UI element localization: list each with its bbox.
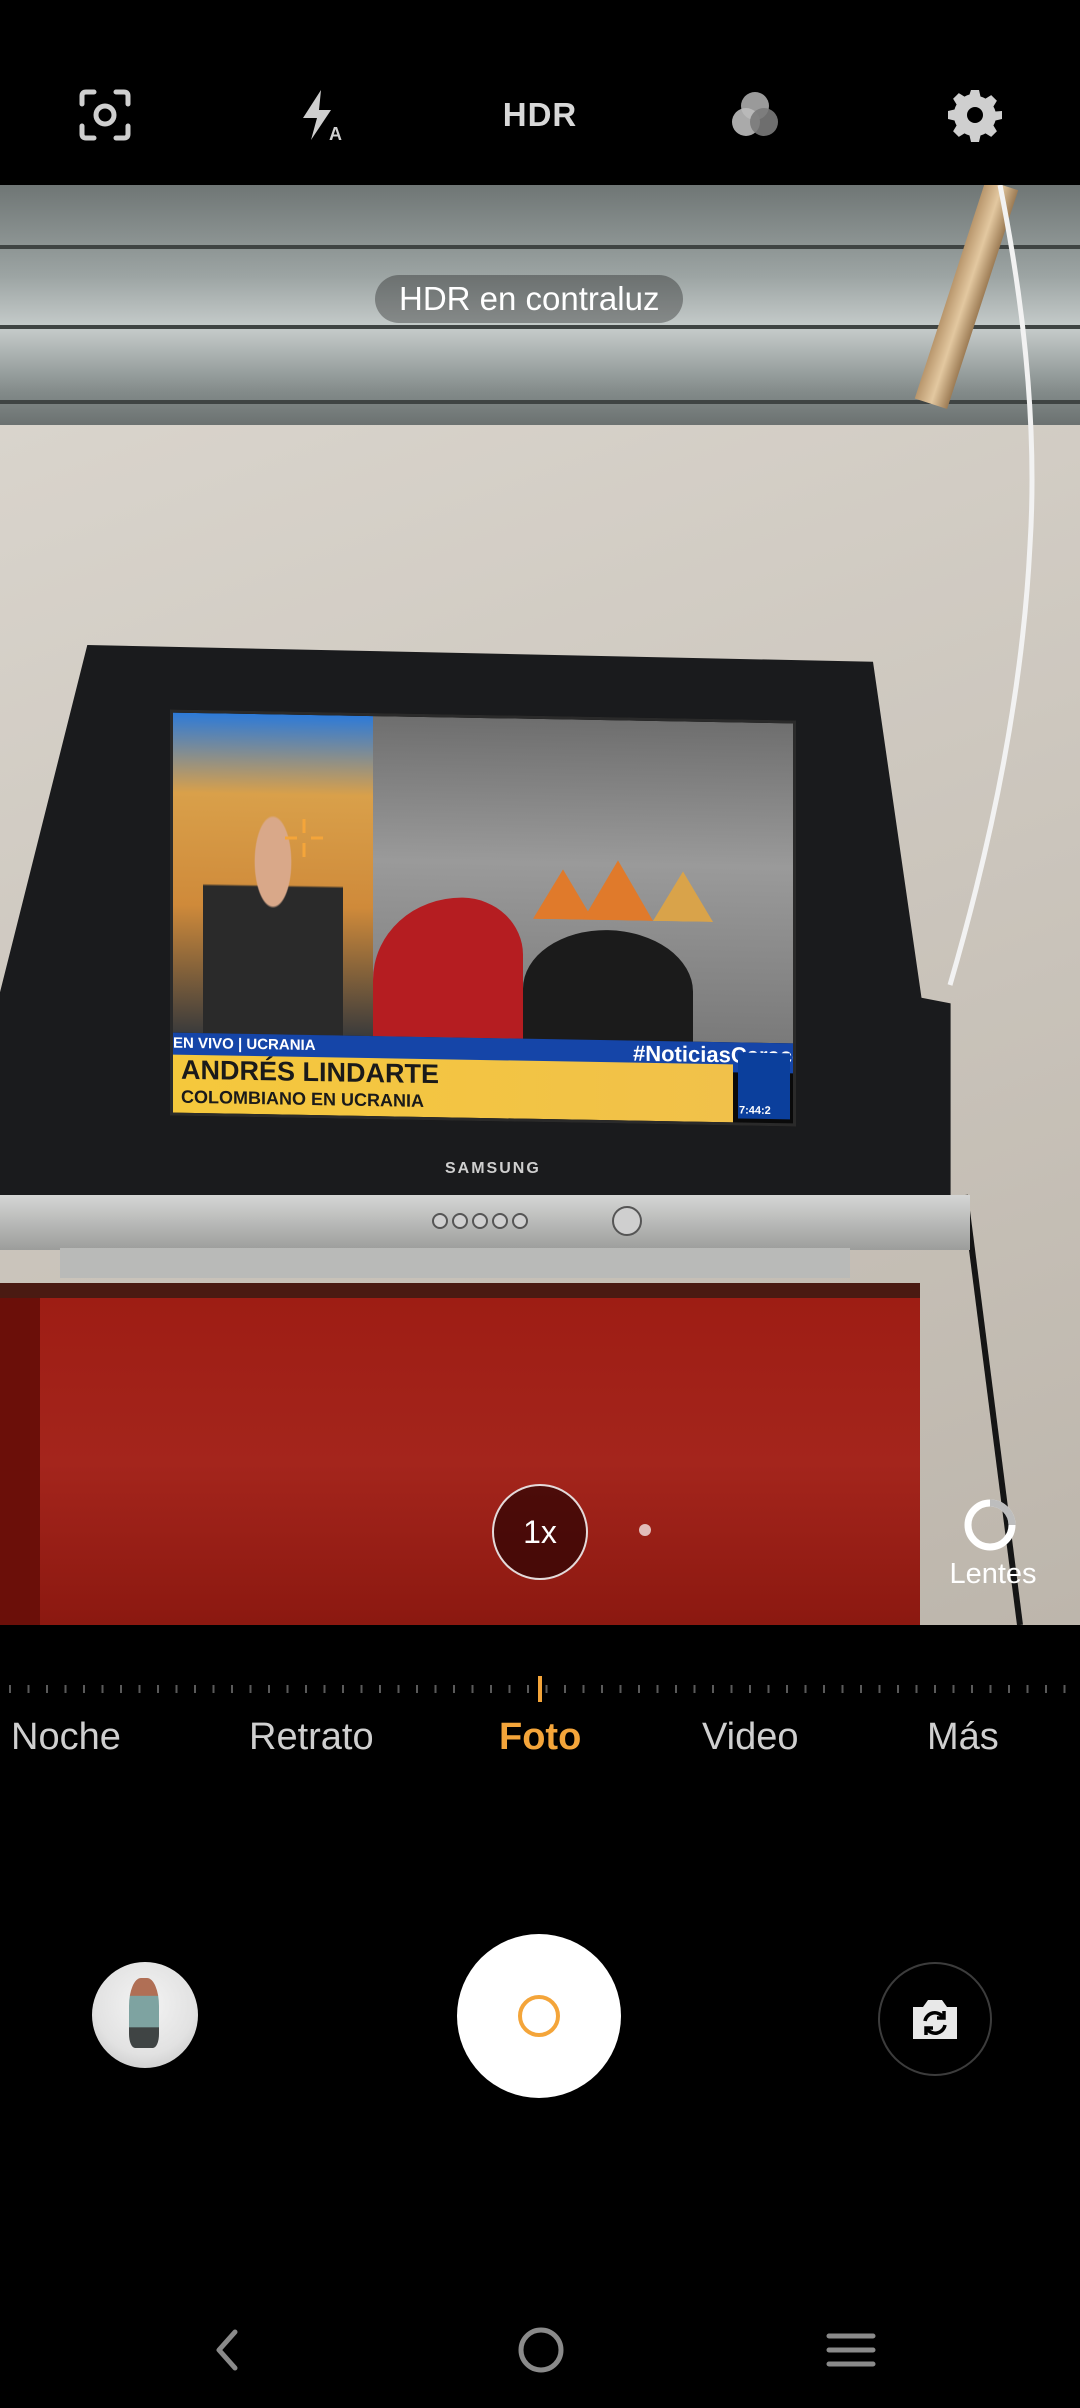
zoom-label: 1x [523, 1513, 557, 1550]
recents-button[interactable] [816, 2320, 886, 2380]
settings-gear-icon[interactable] [940, 80, 1010, 150]
flash-auto-icon[interactable]: A [285, 80, 355, 150]
mode-center-marker [538, 1676, 542, 1702]
camera-top-bar: A HDR [0, 0, 1080, 185]
lens-label[interactable]: Lentes [938, 1558, 1048, 1591]
cable-scene [947, 185, 1035, 1625]
switch-camera-icon [913, 2000, 957, 2039]
mode-foto[interactable]: Foto [499, 1716, 581, 1759]
shutter-button[interactable] [457, 1934, 621, 2098]
home-button[interactable] [506, 2320, 576, 2380]
zoom-button[interactable]: 1x [492, 1484, 588, 1580]
back-icon [216, 2329, 238, 2371]
hdr-toggle[interactable]: HDR [500, 80, 580, 150]
mode-noche[interactable]: Noche [11, 1716, 121, 1759]
tv-time: 7:44:2 [739, 1104, 771, 1118]
tv-base [60, 1248, 850, 1278]
camera-viewfinder[interactable]: SAMSUNG EN VIVO | UCRANIA #NoticiasCarac… [0, 185, 1080, 1625]
focus-indicator-icon [285, 819, 323, 857]
filters-icon[interactable] [720, 80, 790, 150]
tv-live-tag: EN VIVO | UCRANIA [173, 1034, 316, 1055]
hdr-label: HDR [502, 96, 578, 133]
mode-retrato[interactable]: Retrato [249, 1716, 374, 1759]
mode-mas[interactable]: Más [927, 1716, 999, 1759]
thumbnail-figure [129, 1978, 159, 2048]
cabinet-side [0, 1298, 40, 1625]
red-cabinet [0, 1298, 920, 1625]
recents-icon [826, 2333, 876, 2367]
lens-icon[interactable] [962, 1497, 1018, 1553]
back-button[interactable] [194, 2320, 264, 2380]
hdr-hint-badge: HDR en contraluz [375, 275, 684, 323]
tv-name-caption: ANDRÉS LINDARTE [181, 1054, 440, 1090]
switch-camera-button[interactable] [878, 1962, 992, 2076]
zoom-step-dot[interactable] [639, 1524, 651, 1536]
mode-video[interactable]: Video [702, 1716, 799, 1759]
mode-selector: Noche Retrato Foto Video Más [0, 1716, 1080, 1776]
tv-brand-label: SAMSUNG [445, 1160, 541, 1177]
gallery-thumbnail[interactable] [92, 1962, 198, 2068]
svg-text:A: A [329, 124, 342, 144]
focus-frame-icon[interactable] [70, 80, 140, 150]
tv-subtitle-caption: COLOMBIANO EN UCRANIA [181, 1086, 424, 1111]
shutter-ring [518, 1995, 560, 2037]
tv-screen: EN VIVO | UCRANIA #NoticiasCaracol ANDRÉ… [170, 709, 796, 1127]
home-icon [518, 2327, 564, 2373]
